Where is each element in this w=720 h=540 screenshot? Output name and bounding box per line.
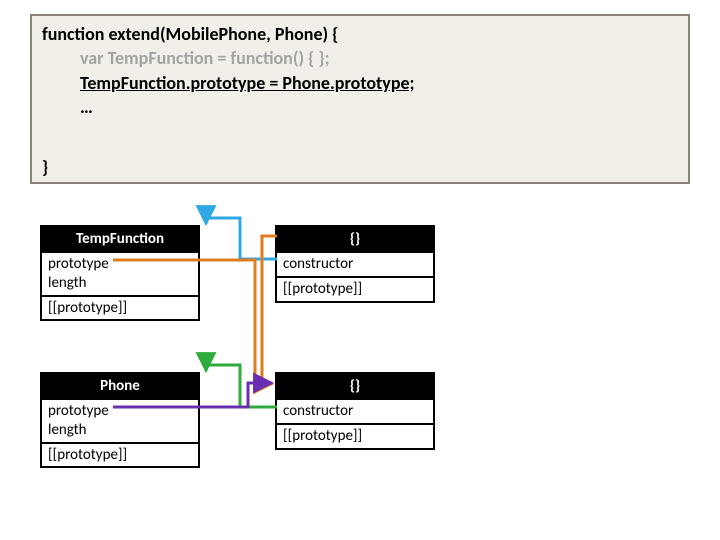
object-phone: Phone prototype length [[prototype]]: [40, 372, 200, 468]
prop-length: length: [48, 274, 192, 293]
object-temp-function: TempFunction prototype length [[prototyp…: [40, 225, 200, 321]
prop-internal-proto: [[prototype]]: [283, 280, 427, 299]
code-box: function extend(MobilePhone, Phone) { va…: [30, 14, 690, 184]
object-title: TempFunction: [42, 227, 198, 251]
code-line-3: …: [42, 95, 678, 119]
prop-length: length: [48, 421, 192, 440]
code-line-1: var TempFunction = function() { };: [42, 46, 678, 70]
prop-internal-proto: [[prototype]]: [48, 446, 192, 465]
code-close: }: [42, 155, 678, 179]
object-phone-proto: {} constructor [[prototype]]: [275, 372, 435, 450]
object-title: {}: [277, 227, 433, 251]
object-title: {}: [277, 374, 433, 398]
prop-internal-proto: [[prototype]]: [283, 427, 427, 446]
prop-prototype: prototype: [48, 402, 192, 421]
prop-internal-proto: [[prototype]]: [48, 299, 192, 318]
code-signature: function extend(MobilePhone, Phone) {: [42, 22, 678, 46]
prop-constructor: constructor: [283, 255, 427, 274]
object-title: Phone: [42, 374, 198, 398]
arrow-constructor-to-phone: [206, 365, 277, 407]
object-temp-proto: {} constructor [[prototype]]: [275, 225, 435, 303]
arrow-constructor-to-tempfunction: [206, 218, 277, 259]
code-line-2: TempFunction.prototype = Phone.prototype…: [42, 71, 678, 95]
prop-prototype: prototype: [48, 255, 192, 274]
prop-constructor: constructor: [283, 402, 427, 421]
